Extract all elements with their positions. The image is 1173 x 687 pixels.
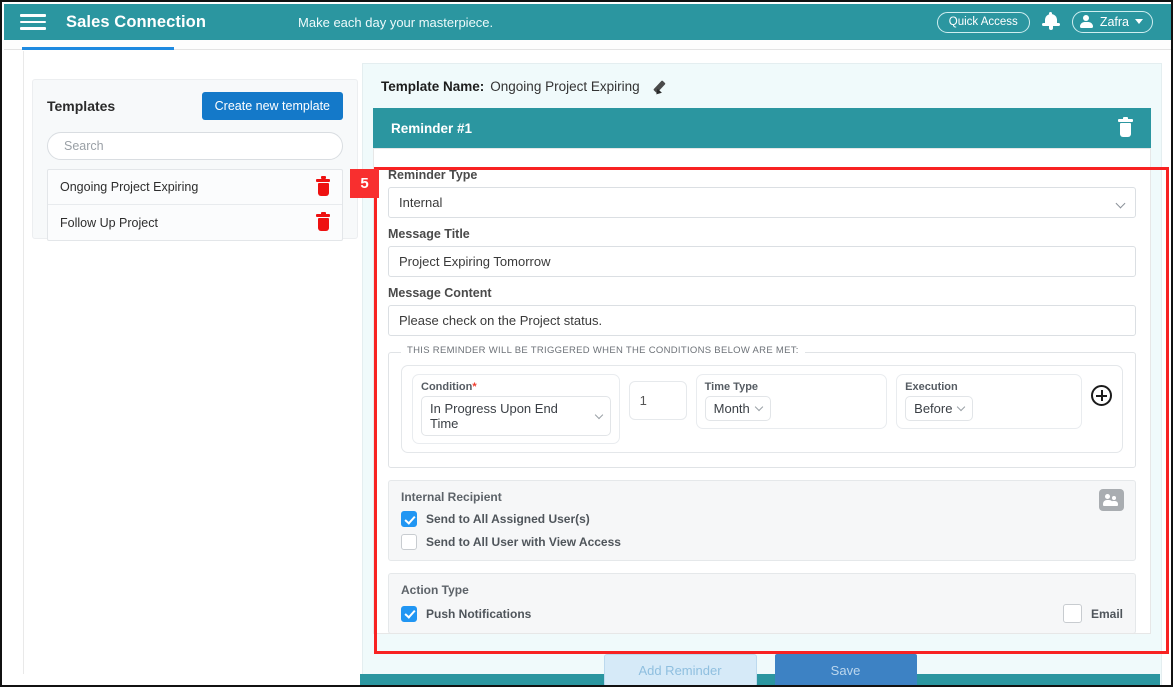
app-brand-title: Sales Connection [66, 12, 207, 31]
condition-value: In Progress Upon End Time [430, 401, 558, 431]
left-footer-spacer [4, 674, 360, 685]
trash-icon[interactable] [316, 211, 330, 231]
reminder-type-value: Internal [399, 195, 443, 210]
annotation-step-badge: 5 [350, 169, 379, 198]
add-reminder-button[interactable]: Add Reminder [603, 654, 757, 685]
chevron-down-icon [754, 402, 764, 412]
message-title-label: Message Title [388, 227, 470, 241]
app-tagline: Make each day your masterpiece. [298, 14, 494, 30]
condition-amount-input[interactable] [628, 381, 687, 420]
save-button[interactable]: Save [774, 654, 917, 685]
quick-access-button[interactable]: Quick Access [936, 11, 1030, 33]
pencil-icon[interactable] [652, 78, 671, 97]
message-content-label: Message Content [388, 286, 492, 300]
header-actions: Quick Access Zafra [936, 11, 1161, 33]
conditions-legend: THIS REMINDER WILL BE TRIGGERED WHEN THE… [401, 345, 805, 356]
plus-circle-icon[interactable] [1091, 385, 1112, 406]
conditions-fieldset: THIS REMINDER WILL BE TRIGGERED WHEN THE… [388, 345, 1136, 468]
app-header: Sales Connection Make each day your mast… [4, 4, 1171, 40]
reminder-header: Reminder #1 [373, 108, 1151, 148]
left-rail [4, 51, 24, 685]
notification-bell-icon[interactable] [1041, 12, 1060, 32]
message-content-input[interactable] [388, 305, 1136, 336]
email-checkbox[interactable] [1062, 604, 1082, 623]
reminder-form: Reminder Type Internal Message Title Mes… [373, 148, 1151, 634]
avatar-icon [1079, 14, 1094, 29]
chevron-down-icon [1115, 198, 1126, 209]
email-option: Email [1062, 604, 1123, 623]
send-all-assigned-checkbox[interactable] [401, 511, 417, 527]
trash-icon[interactable] [1118, 116, 1133, 137]
footer-actions: Add Reminder Save [360, 654, 1160, 685]
time-type-value: Month [713, 401, 750, 416]
user-name-label: Zafra [1099, 14, 1129, 29]
execution-select[interactable]: Before [905, 396, 974, 421]
internal-recipient-section: Internal Recipient Send to All Assigned … [388, 480, 1136, 561]
templates-header: Templates Create new template [47, 92, 343, 120]
template-item-label: Ongoing Project Expiring [60, 180, 199, 194]
create-new-template-button[interactable]: Create new template [201, 92, 343, 120]
template-list: Ongoing Project Expiring Follow Up Proje… [47, 169, 343, 241]
chevron-down-icon [1135, 19, 1143, 24]
content-area: Templates Create new template Ongoing Pr… [4, 51, 1171, 685]
tab-strip [4, 40, 1171, 50]
send-all-assigned-label: Send to All Assigned User(s) [426, 512, 590, 526]
time-type-select[interactable]: Month [704, 396, 771, 421]
push-notifications-label: Push Notifications [426, 606, 532, 621]
app-window: Sales Connection Make each day your mast… [0, 0, 1173, 687]
hamburger-menu-icon[interactable] [20, 11, 46, 33]
list-item[interactable]: Ongoing Project Expiring [48, 170, 342, 205]
time-type-field: Time Type Month [695, 374, 888, 429]
message-title-input[interactable] [388, 246, 1136, 277]
condition-row: Condition* In Progress Upon End Time Tim… [401, 365, 1123, 453]
trash-icon[interactable] [316, 176, 330, 196]
reminder-editor-panel: Template Name: Ongoing Project Expiring … [362, 63, 1162, 685]
action-type-section: Action Type Push Notifications Email [388, 573, 1136, 633]
email-label: Email [1090, 606, 1123, 621]
reminder-title: Reminder #1 [391, 120, 473, 136]
template-name-value: Ongoing Project Expiring [490, 78, 640, 94]
time-type-label: Time Type [704, 381, 759, 393]
active-tab-indicator [22, 47, 174, 50]
send-view-access-label: Send to All User with View Access [426, 535, 621, 549]
template-name-bar: Template Name: Ongoing Project Expiring [363, 64, 1161, 108]
execution-field: Execution Before [896, 374, 1082, 429]
condition-field: Condition* In Progress Upon End Time [412, 374, 620, 444]
reminder-type-select[interactable]: Internal [388, 187, 1136, 218]
send-view-access-checkbox[interactable] [401, 534, 417, 550]
recipient-option-row: Send to All Assigned User(s) [401, 511, 1123, 527]
chevron-down-icon [957, 402, 966, 412]
template-item-label: Follow Up Project [60, 215, 158, 230]
chevron-down-icon [594, 410, 603, 419]
template-search-input[interactable] [47, 132, 343, 160]
user-menu[interactable]: Zafra [1071, 11, 1153, 33]
add-users-icon[interactable] [1099, 489, 1124, 511]
condition-label: Condition* [421, 381, 477, 393]
action-type-row: Push Notifications Email [401, 604, 1123, 623]
recipient-option-row: Send to All User with View Access [401, 534, 1123, 550]
execution-value: Before [914, 401, 953, 416]
template-name-label: Template Name: [381, 78, 485, 94]
execution-label: Execution [905, 381, 958, 393]
templates-panel: Templates Create new template Ongoing Pr… [32, 79, 358, 241]
templates-title: Templates [47, 98, 116, 114]
push-notifications-checkbox[interactable] [401, 605, 417, 622]
list-item[interactable]: Follow Up Project [48, 205, 342, 240]
internal-recipient-title: Internal Recipient [401, 490, 502, 504]
action-type-title: Action Type [401, 583, 469, 597]
reminder-type-label: Reminder Type [388, 168, 478, 182]
required-marker: * [472, 381, 477, 393]
condition-select[interactable]: In Progress Upon End Time [421, 396, 611, 436]
